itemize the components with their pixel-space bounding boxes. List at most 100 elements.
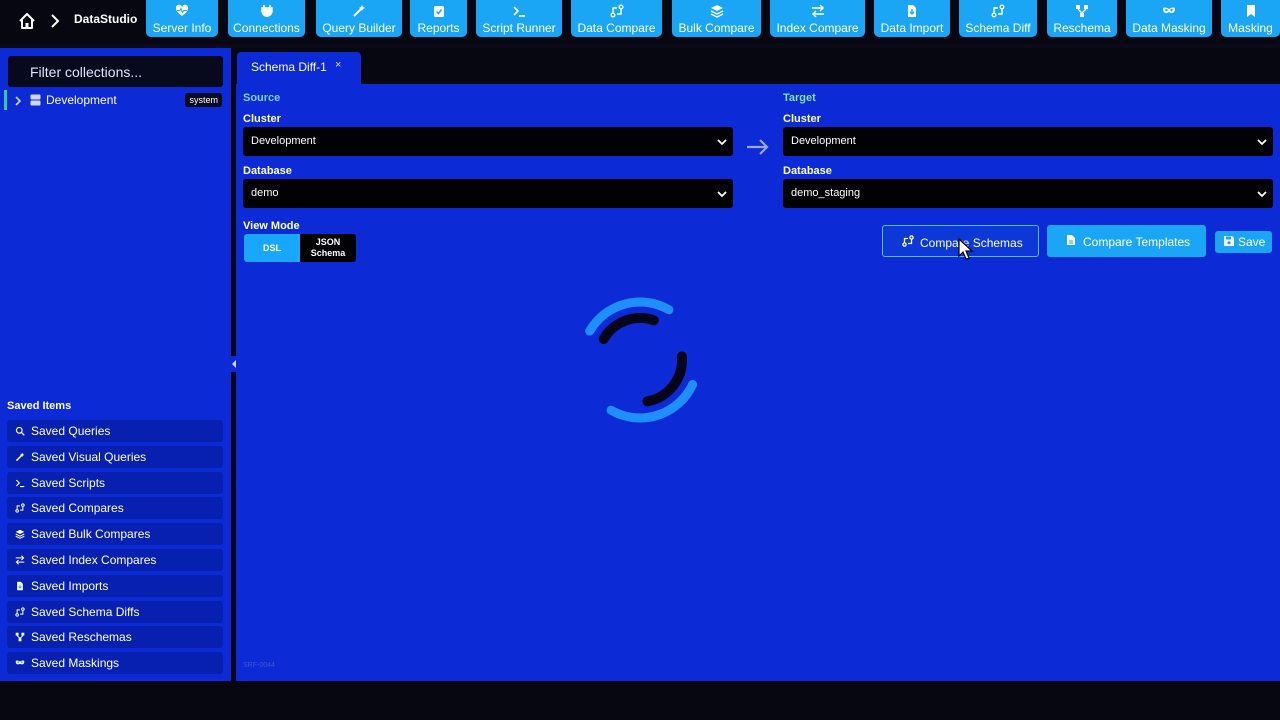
loading-spinner	[577, 297, 703, 423]
tree-item-development[interactable]: Development system	[4, 89, 226, 111]
mask-icon	[1126, 4, 1212, 18]
bookmark-icon	[1221, 4, 1280, 18]
toolbar-button-reschema[interactable]: Reschema	[1047, 0, 1117, 37]
breadcrumb-chevron-icon	[50, 13, 60, 29]
toolbar-button-label: Data Import	[880, 21, 944, 35]
magic-wand-icon	[316, 4, 402, 18]
saved-item-saved-maskings[interactable]: Saved Maskings	[7, 652, 223, 675]
clipboard-check-icon	[410, 4, 467, 18]
compare-templates-label: Compare Templates	[1083, 235, 1191, 249]
toolbar-button-connections[interactable]: Connections	[228, 0, 305, 37]
target-cluster-label: Cluster	[783, 113, 821, 125]
footer-id: SRF-0044	[243, 662, 275, 669]
filter-collections-input[interactable]	[8, 56, 223, 87]
toolbar-button-masking[interactable]: Masking	[1221, 0, 1280, 37]
saved-item-saved-index-compares[interactable]: Saved Index Compares	[7, 549, 223, 571]
git-compare-icon	[571, 4, 662, 18]
target-cluster-value: Development	[791, 135, 856, 147]
toolbar-button-label: Masking	[1228, 21, 1273, 35]
tree-item-label: Development	[46, 93, 117, 107]
source-cluster-label: Cluster	[243, 113, 281, 125]
source-database-select[interactable]: demo	[243, 179, 733, 208]
search-icon	[15, 425, 25, 436]
source-cluster-select[interactable]: Development	[243, 127, 733, 156]
saved-item-label: Saved Visual Queries	[31, 449, 147, 464]
arrows-exchange-icon	[770, 4, 865, 18]
saved-item-label: Saved Compares	[31, 501, 124, 516]
source-cluster-value: Development	[251, 135, 316, 147]
saved-item-label: Saved Bulk Compares	[31, 527, 151, 542]
saved-item-label: Saved Index Compares	[31, 553, 157, 567]
saved-item-label: Saved Queries	[31, 424, 111, 438]
save-button[interactable]: Save	[1215, 231, 1272, 253]
file-import-icon	[874, 4, 950, 18]
toolbar-button-script-runner[interactable]: Script Runner	[476, 0, 562, 37]
chevron-down-icon	[717, 189, 727, 198]
saved-item-saved-imports[interactable]: Saved Imports	[7, 574, 223, 597]
toolbar-button-label: Schema Diff	[965, 21, 1031, 35]
plug-icon	[228, 4, 305, 18]
main-panel	[236, 84, 1280, 681]
saved-item-saved-queries[interactable]: Saved Queries	[7, 420, 223, 442]
toolbar-button-reports[interactable]: Reports	[410, 0, 467, 37]
layers-icon	[15, 528, 25, 540]
tab-strip	[236, 48, 1280, 84]
toolbar-button-data-compare[interactable]: Data Compare	[571, 0, 662, 37]
toolbar-button-schema-diff[interactable]: Schema Diff	[959, 0, 1037, 37]
home-icon[interactable]	[18, 12, 36, 30]
toolbar-button-label: Data Masking	[1132, 21, 1206, 35]
target-database-select[interactable]: demo_staging	[783, 179, 1273, 208]
magic-wand-icon	[15, 451, 25, 461]
saved-item-saved-reschemas[interactable]: Saved Reschemas	[7, 626, 223, 649]
git-compare-icon	[15, 502, 25, 514]
sidebar: Development system Saved Items Saved Que…	[0, 48, 231, 681]
saved-item-label: Saved Schema Diffs	[31, 604, 140, 619]
saved-item-saved-schema-diffs[interactable]: Saved Schema Diffs	[7, 600, 223, 623]
saved-item-saved-compares[interactable]: Saved Compares	[7, 497, 223, 520]
view-mode-json-schema-button[interactable]: JSON Schema	[300, 234, 356, 262]
toolbar-button-label: Index Compare	[776, 21, 859, 35]
compare-templates-button[interactable]: Compare Templates	[1047, 225, 1206, 257]
saved-item-saved-scripts[interactable]: Saved Scripts	[7, 471, 223, 494]
toolbar-button-label: Server Info	[152, 21, 212, 35]
saved-items-title: Saved Items	[7, 400, 72, 412]
target-cluster-select[interactable]: Development	[783, 127, 1273, 156]
toolbar-button-label: Query Builder	[322, 21, 396, 35]
saved-item-label: Saved Scripts	[31, 475, 106, 490]
saved-item-saved-visual-queries[interactable]: Saved Visual Queries	[7, 445, 223, 468]
toolbar-button-index-compare[interactable]: Index Compare	[770, 0, 865, 37]
toolbar-button-data-import[interactable]: Data Import	[874, 0, 950, 37]
tab-schema-diff-1[interactable]: Schema Diff-1 ×	[237, 52, 361, 84]
source-database-label: Database	[243, 165, 292, 177]
view-mode-dsl-button[interactable]: DSL	[244, 234, 300, 262]
target-heading: Target	[783, 92, 816, 104]
git-compare-icon	[15, 606, 25, 617]
toolbar-button-server-info[interactable]: Server Info	[146, 0, 218, 37]
toolbar-button-bulk-compare[interactable]: Bulk Compare	[672, 0, 761, 37]
mask-icon	[15, 657, 25, 667]
file-icon	[1065, 234, 1077, 246]
tree-active-indicator	[4, 90, 7, 110]
heart-pulse-icon	[146, 4, 218, 18]
system-badge: system	[185, 93, 222, 107]
close-tab-icon[interactable]: ×	[335, 59, 341, 71]
toolbar-button-label: Reschema	[1053, 21, 1111, 35]
source-heading: Source	[243, 92, 281, 104]
source-database-value: demo	[251, 187, 279, 199]
toolbar-button-query-builder[interactable]: Query Builder	[316, 0, 402, 37]
saved-item-saved-bulk-compares[interactable]: Saved Bulk Compares	[7, 523, 223, 546]
save-label: Save	[1238, 235, 1266, 249]
saved-item-label: Saved Maskings	[31, 656, 120, 671]
file-import-icon	[15, 580, 25, 591]
toolbar-button-label: Script Runner	[482, 21, 556, 35]
top-toolbar: DataStudio Server Info Connections Query B…	[0, 0, 1280, 44]
saved-item-label: Saved Imports	[31, 578, 109, 593]
sitemap-icon	[15, 631, 25, 642]
server-icon	[30, 93, 41, 106]
chevron-right-icon[interactable]	[14, 94, 22, 106]
app-root: DataStudio Server Info Connections Query B…	[0, 0, 1280, 720]
git-compare-icon	[959, 4, 1037, 18]
toolbar-button-data-masking[interactable]: Data Masking	[1126, 0, 1212, 37]
app-name[interactable]: DataStudio	[74, 12, 137, 26]
terminal-icon	[15, 477, 25, 487]
